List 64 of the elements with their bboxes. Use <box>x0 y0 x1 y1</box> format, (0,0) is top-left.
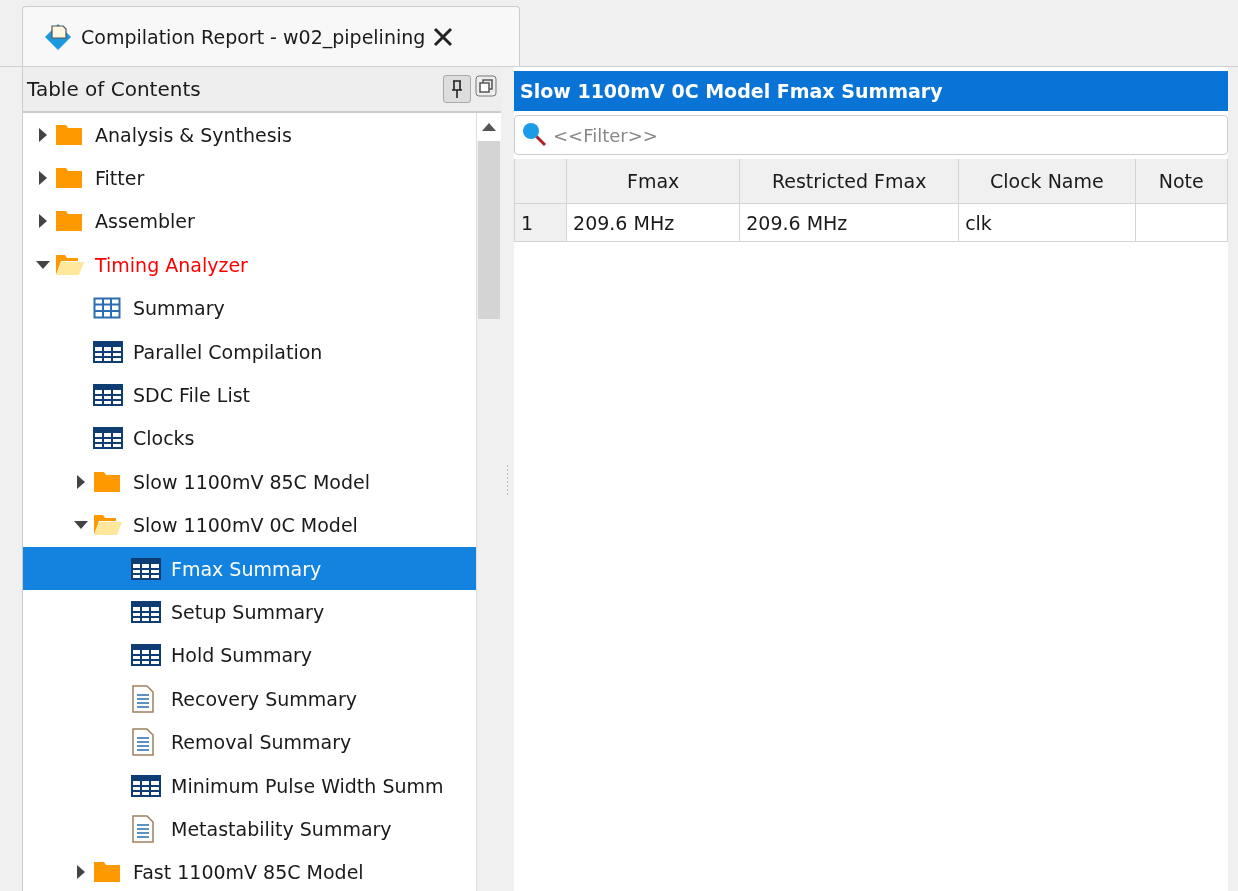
column-header[interactable]: Fmax <box>566 159 740 204</box>
open-folder-icon <box>55 253 85 276</box>
table-icon <box>131 644 161 667</box>
tree-item[interactable]: SDC File List <box>23 373 477 417</box>
folder-icon <box>55 123 83 146</box>
tree-item[interactable]: Hold Summary <box>23 633 477 678</box>
column-header[interactable]: Clock Name <box>958 159 1135 204</box>
scrollbar-thumb[interactable] <box>478 141 500 319</box>
pin-button[interactable] <box>443 75 471 103</box>
table-icon <box>93 427 123 450</box>
collapse-arrow-icon[interactable] <box>74 521 88 530</box>
restore-window-icon[interactable] <box>475 75 497 97</box>
folder-icon <box>93 470 121 493</box>
panel-title: Table of Contents <box>27 77 201 101</box>
tree-item[interactable]: Fast 1100mV 85C Model <box>23 850 477 891</box>
folder-icon <box>93 861 121 884</box>
table-icon <box>131 557 161 580</box>
document-icon <box>131 814 155 843</box>
expand-arrow-icon[interactable] <box>39 127 47 142</box>
collapse-arrow-icon[interactable] <box>36 260 50 269</box>
open-folder-icon <box>93 514 123 537</box>
document-icon <box>131 684 155 713</box>
scroll-up-arrow-icon[interactable] <box>482 123 496 131</box>
tree-item[interactable]: Fitter <box>23 156 477 200</box>
table-icon <box>131 774 161 797</box>
pin-icon <box>451 80 463 98</box>
column-header[interactable]: Restricted Fmax <box>739 159 959 204</box>
report-title-bar: Slow 1100mV 0C Model Fmax Summary <box>514 71 1228 111</box>
table-cell: 209.6 MHz <box>739 203 959 242</box>
report-tab[interactable]: Compilation Report - w02_pipelining <box>22 6 520 66</box>
table-icon <box>93 297 121 320</box>
document-icon <box>131 728 155 757</box>
tree-item[interactable]: Assembler <box>23 199 477 244</box>
tree-item[interactable]: Minimum Pulse Width Summ <box>23 763 477 808</box>
document-icon <box>43 21 73 52</box>
row-number: 1 <box>514 203 567 242</box>
table-icon <box>93 384 123 407</box>
filter-field[interactable]: <<Filter>> <box>514 115 1228 155</box>
tree-item[interactable]: Parallel Compilation <box>23 329 477 374</box>
tree-item[interactable]: Summary <box>23 286 477 330</box>
table-icon <box>93 340 123 363</box>
table-icon <box>131 601 161 623</box>
tree-item[interactable]: Setup Summary <box>23 590 477 634</box>
tree-item[interactable]: Recovery Summary <box>23 677 477 721</box>
tree-item[interactable]: Slow 1100mV 85C Model <box>23 460 477 504</box>
tree-item[interactable]: Timing Analyzer <box>23 243 477 287</box>
table-cell: clk <box>958 203 1135 242</box>
expand-arrow-icon[interactable] <box>77 865 85 880</box>
tree-item[interactable]: Analysis & Synthesis <box>23 113 477 157</box>
close-icon[interactable] <box>433 26 454 47</box>
table-cell: 209.6 MHz <box>566 203 740 242</box>
tree-item[interactable]: Metastability Summary <box>23 807 477 851</box>
tree-item[interactable]: Clocks <box>23 416 477 461</box>
expand-arrow-icon[interactable] <box>39 171 47 186</box>
tree-item[interactable]: Fmax Summary <box>23 546 477 591</box>
search-icon <box>522 122 548 148</box>
folder-icon <box>55 210 83 233</box>
expand-arrow-icon[interactable] <box>39 214 47 229</box>
expand-arrow-icon[interactable] <box>77 474 85 489</box>
tree-item[interactable]: Removal Summary <box>23 720 477 764</box>
splitter-handle-icon[interactable] <box>506 464 509 495</box>
folder-icon <box>55 167 83 190</box>
column-header[interactable]: Note <box>1135 159 1228 204</box>
tree-item[interactable]: Slow 1100mV 0C Model <box>23 503 477 547</box>
